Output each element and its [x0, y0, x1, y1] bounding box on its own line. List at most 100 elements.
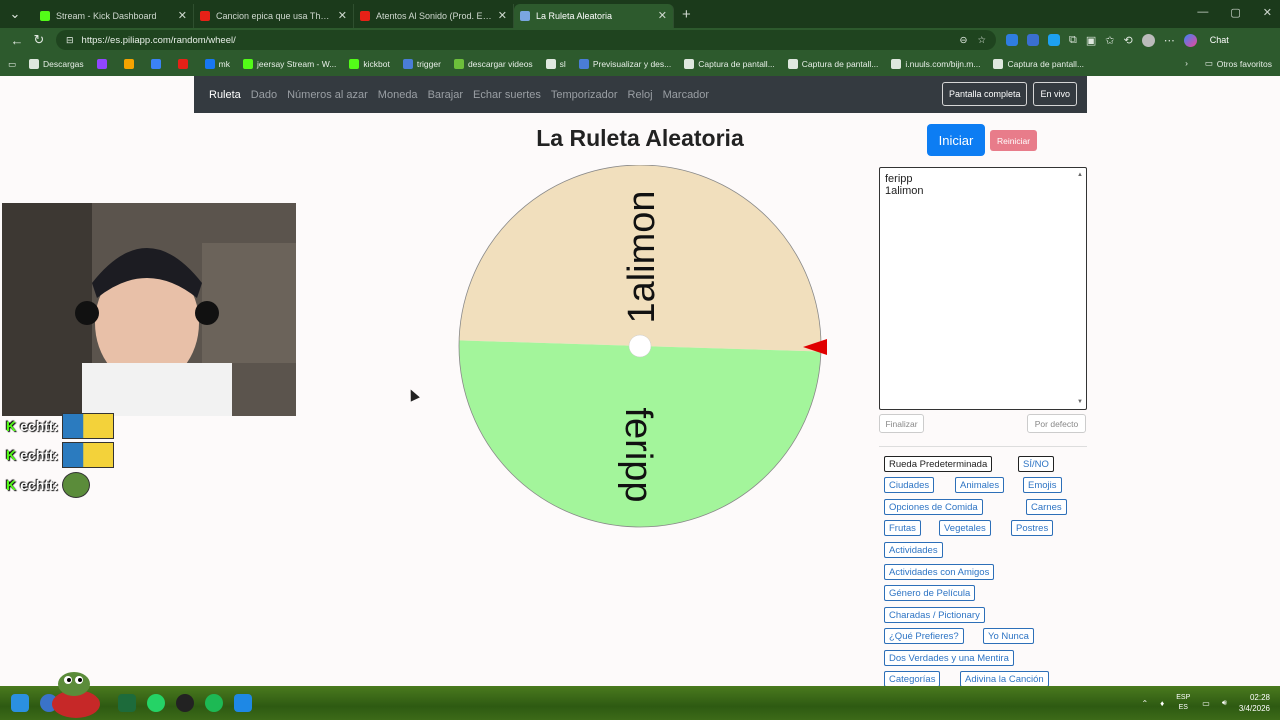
start-menu-icon[interactable] — [11, 694, 29, 712]
preset-chip[interactable]: Emojis — [1023, 477, 1062, 493]
bookmark-item[interactable] — [150, 59, 165, 69]
bookmarks-overflow-icon[interactable]: › — [1185, 58, 1188, 68]
back-icon[interactable]: ← — [6, 33, 28, 48]
nav-link[interactable]: Barajar — [428, 89, 463, 101]
bookmark-item[interactable]: Captura de pantall... — [684, 59, 775, 69]
bookmark-item[interactable] — [96, 59, 111, 69]
taskbar-app-icon[interactable] — [118, 694, 136, 712]
preset-chip[interactable]: Animales — [955, 477, 1005, 493]
preset-chip[interactable]: Vegetales — [939, 520, 991, 536]
preset-chip[interactable]: Rueda Predeterminada — [884, 456, 993, 472]
close-tab-icon[interactable]: ✕ — [338, 9, 347, 22]
nav-link[interactable]: Moneda — [378, 89, 418, 101]
bookmark-item[interactable]: descargar videos — [453, 59, 533, 69]
tab-list-icon[interactable]: ⌄ — [4, 6, 26, 22]
extension-icon[interactable] — [1048, 34, 1060, 46]
reset-button[interactable]: Reiniciar — [990, 130, 1037, 151]
preset-chip[interactable]: Charadas / Pictionary — [884, 607, 985, 623]
profile-avatar-icon[interactable] — [1141, 33, 1155, 47]
minimize-icon[interactable]: — — [1197, 6, 1208, 19]
bookmark-item[interactable]: kickbot — [349, 59, 390, 69]
bookmark-item[interactable]: jeersay Stream - W... — [243, 59, 336, 69]
preset-chip[interactable]: Actividades con Amigos — [884, 564, 995, 580]
close-window-icon[interactable]: ✕ — [1263, 6, 1272, 19]
preset-chip[interactable]: Actividades — [884, 542, 943, 558]
preset-chip[interactable]: Postres — [1011, 520, 1054, 536]
maximize-icon[interactable]: ▢ — [1230, 6, 1240, 19]
fullscreen-button[interactable]: Pantalla completa — [941, 82, 1028, 106]
new-tab-icon[interactable]: + — [674, 6, 699, 23]
close-tab-icon[interactable]: ✕ — [658, 9, 667, 22]
extensions-icon[interactable]: ⧉ — [1069, 34, 1077, 47]
language-indicator[interactable]: ESP ES — [1176, 693, 1190, 713]
preset-chip[interactable]: Opciones de Comida — [884, 499, 983, 515]
favorites-icon[interactable]: ✩ — [1105, 34, 1114, 47]
textarea-scrollbar[interactable]: ▲ ▼ — [1077, 169, 1085, 408]
clock[interactable]: 02:28 3/4/2026 — [1239, 692, 1270, 714]
more-menu-icon[interactable]: ⋯ — [1164, 34, 1175, 47]
browser-tab[interactable]: Stream - Kick Dashboard ✕ — [34, 3, 194, 28]
history-icon[interactable]: ⟲ — [1123, 34, 1132, 47]
network-icon[interactable]: ▭ — [1202, 699, 1210, 708]
volume-icon[interactable]: 🔊︎ — [1222, 698, 1227, 708]
live-button[interactable]: En vivo — [1033, 82, 1077, 106]
bookmark-item[interactable]: sl — [545, 59, 566, 69]
scroll-down-icon[interactable]: ▼ — [1077, 396, 1083, 408]
roulette-wheel[interactable]: 1alimon feripp — [456, 165, 828, 535]
start-button[interactable]: Iniciar — [927, 124, 985, 156]
bookmark-item[interactable]: i.nuuls.com/bijn.m... — [891, 59, 980, 69]
nav-link[interactable]: Echar suertes — [473, 89, 541, 101]
spotify-icon[interactable] — [205, 694, 223, 712]
zoom-icon[interactable]: ⊖ — [960, 35, 968, 46]
obs-icon[interactable] — [176, 694, 194, 712]
nav-link[interactable]: Dado — [251, 89, 277, 101]
other-bookmarks[interactable]: ▭ Otros favoritos — [1205, 58, 1272, 69]
close-tab-icon[interactable]: ✕ — [498, 9, 507, 22]
extension-icon[interactable] — [1027, 34, 1039, 46]
notepad-icon[interactable] — [234, 694, 252, 712]
nav-link[interactable]: Marcador — [663, 89, 709, 101]
nav-link[interactable]: Ruleta — [209, 89, 241, 101]
bookmark-item[interactable]: Descargas — [29, 59, 84, 69]
browser-tab[interactable]: Atentos Al Sonido (Prod. Elaiyah) ✕ — [354, 3, 514, 28]
bookmark-item[interactable] — [123, 59, 138, 69]
bookmark-item[interactable]: trigger — [402, 59, 441, 69]
reload-icon[interactable]: ↻ — [28, 32, 50, 48]
browser-tab[interactable]: La Ruleta Aleatoria ✕ — [514, 3, 674, 28]
reading-list-icon[interactable]: ▭ — [8, 59, 16, 70]
preset-chip[interactable]: ¿Qué Prefieres? — [884, 628, 964, 644]
split-view-icon[interactable]: ▣ — [1086, 34, 1096, 47]
whatsapp-icon[interactable] — [147, 694, 165, 712]
preset-chip[interactable]: Adivina la Canción — [960, 671, 1049, 686]
bookmark-item[interactable]: Previsualizar y des... — [578, 59, 671, 69]
finish-button[interactable]: Finalizar — [879, 414, 924, 433]
nav-link[interactable]: Reloj — [628, 89, 653, 101]
preset-chip[interactable]: Carnes — [1026, 499, 1067, 515]
bookmark-item[interactable]: mk — [204, 59, 230, 69]
site-info-icon[interactable]: ⊟ — [66, 35, 74, 46]
bookmark-star-icon[interactable]: ☆ — [977, 35, 986, 46]
preset-chip[interactable]: Género de Película — [884, 585, 976, 601]
preset-chip[interactable]: Yo Nunca — [983, 628, 1034, 644]
nav-link[interactable]: Números al azar — [287, 89, 368, 101]
extension-icon[interactable] — [1006, 34, 1018, 46]
chat-label[interactable]: Chat — [1210, 35, 1229, 45]
url-field[interactable]: ⊟ https://es.piliapp.com/random/wheel/ ⊖… — [56, 30, 996, 50]
tray-app-icon[interactable]: ♦ — [1160, 699, 1164, 708]
nav-link[interactable]: Temporizador — [551, 89, 618, 101]
preset-chip[interactable]: SÍ/NO — [1018, 456, 1054, 472]
preset-chip[interactable]: Frutas — [884, 520, 921, 536]
preset-chip[interactable]: Dos Verdades y una Mentira — [884, 650, 1014, 666]
bookmark-item[interactable]: Captura de pantall... — [787, 59, 878, 69]
tray-overflow-icon[interactable]: ⌃ — [1141, 699, 1148, 708]
preset-chip[interactable]: Categorías — [884, 671, 941, 686]
names-textarea[interactable]: feripp 1alimon ▲ ▼ — [879, 167, 1087, 410]
bookmark-item[interactable] — [177, 59, 192, 69]
default-button[interactable]: Por defecto — [1027, 414, 1086, 433]
bookmark-item[interactable]: Captura de pantall... — [993, 59, 1084, 69]
scroll-up-icon[interactable]: ▲ — [1077, 169, 1083, 181]
copilot-icon[interactable] — [1183, 33, 1197, 47]
browser-tab[interactable]: Cancion epica que usa TheGrefg ✕ — [194, 3, 354, 28]
close-tab-icon[interactable]: ✕ — [178, 9, 187, 22]
preset-chip[interactable]: Ciudades — [884, 477, 935, 493]
